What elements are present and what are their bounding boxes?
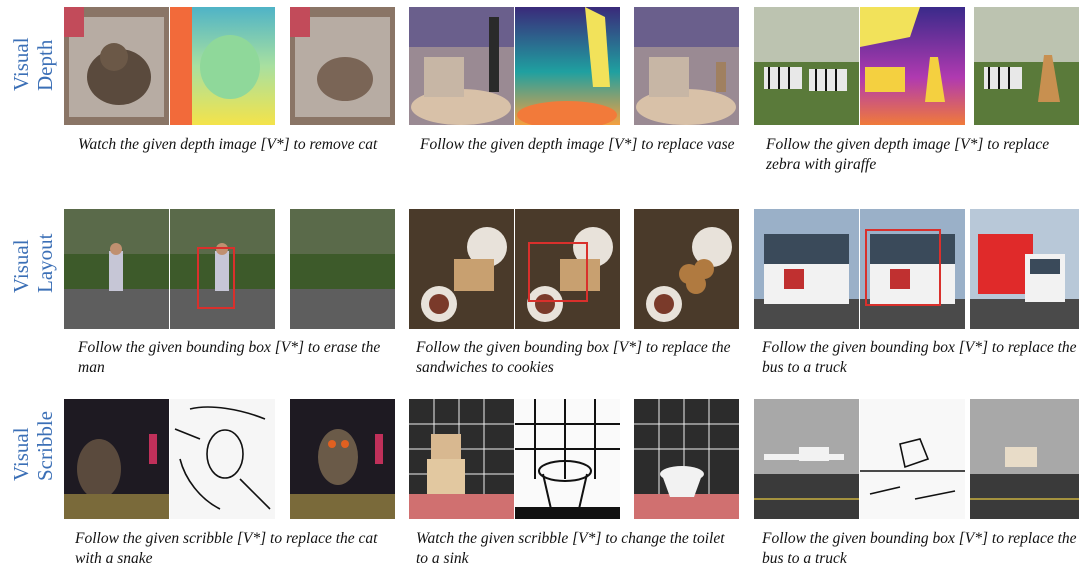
output-photo-rocks — [290, 209, 395, 329]
input-photo-vase — [409, 7, 514, 125]
bounding-box — [528, 242, 588, 302]
depth-map-vase — [515, 7, 620, 125]
caption: Watch the given depth image [V*] to remo… — [78, 136, 378, 153]
row-label-line: Visual — [9, 37, 33, 91]
scribble-plane — [860, 399, 965, 519]
input-photo-zebras — [754, 7, 859, 125]
input-photo-sandwiches — [409, 209, 514, 329]
input-photo-plane — [754, 399, 859, 519]
bbox-overlay-sandwiches — [515, 209, 620, 329]
scribble-cat — [170, 399, 275, 519]
row-label-layout: Visual Layout — [9, 233, 57, 293]
depth-map-cat-bag — [170, 7, 275, 125]
caption: Follow the given bounding box [V*] to er… — [78, 339, 381, 376]
caption: Watch the given scribble [V*] to change … — [416, 530, 725, 567]
input-photo-cat-cushion — [64, 399, 169, 519]
row-label-line: Depth — [33, 39, 57, 91]
row-label-line: Layout — [33, 233, 57, 293]
bounding-box — [865, 229, 941, 306]
scribble-toilet — [515, 399, 620, 519]
row-label-line: Scribble — [33, 411, 57, 481]
bbox-overlay-man-rocks — [170, 209, 275, 329]
output-photo-cookies — [634, 209, 739, 329]
bounding-box — [197, 247, 235, 309]
output-photo-empty-bag — [290, 7, 395, 125]
output-photo-zebra-giraffe — [974, 7, 1079, 125]
input-photo-bus — [754, 209, 859, 329]
output-photo-no-vase — [634, 7, 739, 125]
output-photo-snake — [290, 399, 395, 519]
input-photo-man-rocks — [64, 209, 169, 329]
caption: Follow the given depth image [V*] to rep… — [420, 136, 735, 153]
row-label-depth: Visual Depth — [9, 37, 57, 91]
row-label-line: Visual — [9, 239, 33, 293]
row-label-line: Visual — [9, 427, 33, 481]
row-label-scribble: Visual Scribble — [9, 411, 57, 481]
caption: Follow the given bounding box [V*] to re… — [416, 339, 731, 376]
caption: Follow the given depth image [V*] to rep… — [766, 136, 1050, 173]
input-photo-cat-bag — [64, 7, 169, 125]
caption: Follow the given bounding box [V*] to re… — [762, 530, 1077, 567]
caption: Follow the given scribble [V*] to replac… — [75, 530, 378, 567]
input-photo-toilet — [409, 399, 514, 519]
output-photo-truck — [970, 209, 1079, 329]
output-photo-sink — [634, 399, 739, 519]
caption: Follow the given bounding box [V*] to re… — [762, 339, 1077, 376]
bbox-overlay-bus — [860, 209, 965, 329]
output-photo-plane-car — [970, 399, 1079, 519]
depth-map-zebras — [860, 7, 965, 125]
